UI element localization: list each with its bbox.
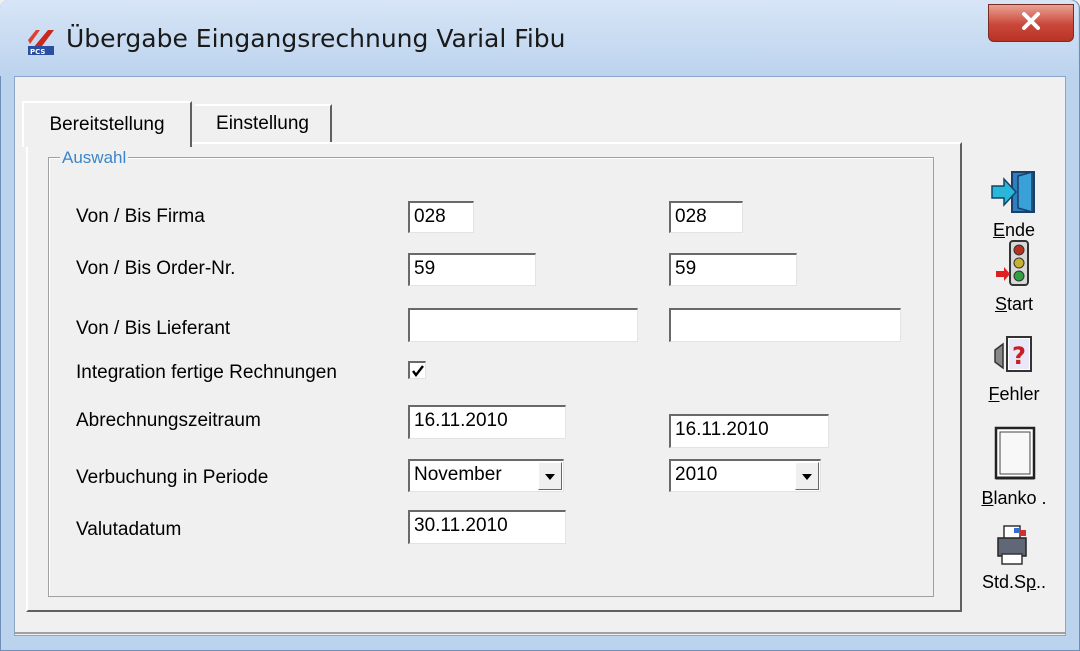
blanko-label: Blanko .	[981, 488, 1046, 509]
start-label: Start	[995, 294, 1033, 315]
blanko-button[interactable]: Blanko .	[972, 426, 1056, 509]
close-button[interactable]	[988, 4, 1074, 42]
close-icon	[1020, 12, 1042, 34]
order-to-input[interactable]: 59	[669, 253, 797, 286]
month-select[interactable]: November	[408, 459, 564, 492]
exit-door-icon	[988, 170, 1040, 218]
blanko-label-rest: lanko .	[993, 488, 1047, 508]
title-bar[interactable]: PCS Übergabe Eingangsrechnung Varial Fib…	[0, 0, 1078, 76]
ende-mnemonic: E	[992, 220, 1005, 240]
ende-label-rest: nde	[1004, 220, 1036, 240]
app-logo-icon: PCS	[26, 26, 56, 56]
tab-label: Bereitstellung	[49, 114, 165, 135]
firma-label: Von / Bis Firma	[76, 206, 205, 227]
verbuchung-label: Verbuchung in Periode	[76, 467, 269, 488]
order-from-input[interactable]: 59	[408, 253, 536, 286]
valuta-input[interactable]: 30.11.2010	[408, 510, 566, 544]
lieferant-from-input[interactable]	[408, 308, 638, 342]
ende-button[interactable]: Ende	[972, 170, 1056, 241]
month-select-value: November	[414, 464, 502, 485]
window-title: Übergabe Eingangsrechnung Varial Fibu	[66, 24, 566, 53]
svg-text:?: ?	[1012, 342, 1026, 370]
tab-bereitstellung[interactable]: Bereitstellung	[22, 101, 192, 147]
lieferant-to-input[interactable]	[669, 308, 901, 342]
std-sp-label-pre: Std.S	[981, 572, 1026, 592]
year-select[interactable]: 2010	[669, 459, 821, 492]
integration-label: Integration fertige Rechnungen	[76, 362, 337, 383]
fehler-mnemonic: F	[988, 384, 1000, 404]
valuta-label: Valutadatum	[76, 519, 182, 540]
std-sp-label: Std.Sp..	[982, 572, 1046, 593]
year-select-value: 2010	[675, 464, 718, 485]
bottom-border	[14, 632, 1066, 634]
chevron-down-icon	[801, 465, 813, 487]
svg-text:PCS: PCS	[30, 48, 45, 56]
ende-label: Ende	[993, 220, 1035, 241]
tab-einstellung[interactable]: Einstellung	[195, 104, 332, 142]
fehler-label-rest: ehler	[999, 384, 1040, 404]
firma-to-input[interactable]: 028	[669, 201, 743, 233]
fehler-button[interactable]: ? Fehler	[972, 334, 1056, 405]
abrechnung-to-input[interactable]: 16.11.2010	[669, 414, 829, 448]
printer-icon	[994, 524, 1034, 570]
blank-document-icon	[988, 426, 1040, 486]
abrechnung-label: Abrechnungszeitraum	[76, 410, 261, 431]
tab-label: Einstellung	[216, 113, 309, 134]
chevron-down-icon	[544, 465, 556, 487]
blanko-mnemonic: B	[981, 488, 994, 508]
std-sp-mnemonic: p	[1026, 572, 1037, 592]
start-label-rest: tart	[1007, 294, 1034, 314]
integration-checkbox[interactable]	[408, 361, 426, 379]
lieferant-label: Von / Bis Lieferant	[76, 318, 231, 339]
month-dropdown-button[interactable]	[538, 462, 562, 490]
std-sp-button[interactable]: Std.Sp..	[972, 524, 1056, 593]
traffic-light-icon	[994, 240, 1034, 292]
year-dropdown-button[interactable]	[795, 462, 819, 490]
order-label: Von / Bis Order-Nr.	[76, 258, 236, 279]
abrechnung-from-input[interactable]: 16.11.2010	[408, 405, 566, 439]
fehler-label: Fehler	[988, 384, 1039, 405]
start-mnemonic: S	[994, 294, 1007, 314]
groupbox-legend: Auswahl	[60, 148, 129, 168]
start-button[interactable]: Start	[972, 240, 1056, 315]
error-report-icon: ?	[991, 334, 1037, 382]
firma-from-input[interactable]: 028	[408, 201, 474, 233]
std-sp-label-rest: ..	[1036, 572, 1047, 592]
app-window: PCS Übergabe Eingangsrechnung Varial Fib…	[0, 0, 1080, 651]
